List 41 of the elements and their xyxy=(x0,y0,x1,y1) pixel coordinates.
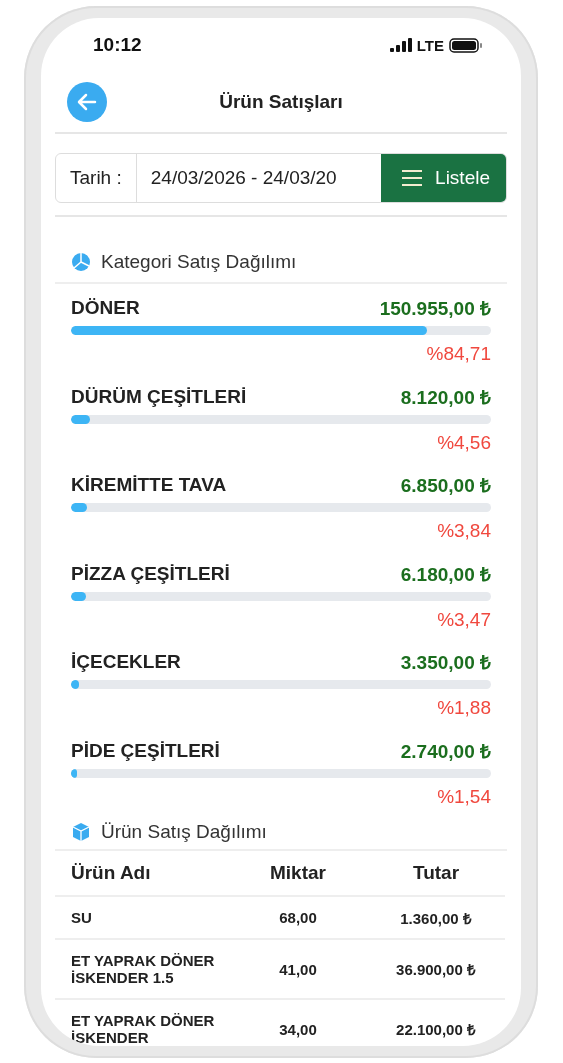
category-percent: %84,71 xyxy=(426,343,491,365)
battery-icon xyxy=(449,37,483,53)
network-label: LTE xyxy=(416,36,444,54)
amount-cell-text: 1.360,00 ₺ xyxy=(400,908,472,928)
status-time: 10:12 xyxy=(93,34,143,56)
back-arrow-icon xyxy=(77,93,97,111)
category-amount: 3.350,00 ₺ xyxy=(400,651,491,675)
category-percent: %4,56 xyxy=(437,431,491,454)
category-amount: 6.180,00 ₺ xyxy=(400,562,491,587)
quantity-cell: 41,00 xyxy=(279,960,317,978)
category-amount: 8.120,00 ₺ xyxy=(400,385,491,410)
category-amount: 150.955,00 ₺ xyxy=(379,297,491,321)
amount-cell-text: 22.100,00 ₺ xyxy=(396,1020,476,1039)
section-title: Ürün Satış Dağılımı xyxy=(101,821,267,843)
category-percent: %3,84 xyxy=(437,520,491,542)
column-header: Tutar xyxy=(412,862,460,884)
column-header: Miktar xyxy=(270,862,326,884)
product-name: ET YAPRAK DÖNER İSKENDER xyxy=(71,1012,216,1046)
quantity-cell: 68,00 xyxy=(279,909,317,926)
category-percent: %1,54 xyxy=(437,785,491,808)
category-name: DÖNER xyxy=(71,297,140,319)
amount-cell-text: 36.900,00 ₺ xyxy=(396,960,476,979)
pie-chart-icon xyxy=(71,251,91,272)
category-name: PİZZA ÇEŞİTLERİ xyxy=(71,562,230,585)
category-name: İÇECEKLER xyxy=(71,651,181,673)
back-button[interactable] xyxy=(67,82,107,122)
product-name: ET YAPRAK DÖNER İSKENDER 1.5 xyxy=(71,952,216,986)
category-percent: %3,47 xyxy=(437,608,491,631)
cube-icon xyxy=(71,822,91,842)
category-percent: %1,88 xyxy=(437,697,491,719)
category-name: DÜRÜM ÇEŞİTLERİ xyxy=(71,385,247,408)
page-title: Ürün Satışları xyxy=(219,91,343,113)
product-name: SU xyxy=(71,909,92,926)
category-name: KİREMİTTE TAVA xyxy=(71,474,227,496)
category-amount: 6.850,00 ₺ xyxy=(400,474,491,498)
column-header: Ürün Adı xyxy=(71,862,151,884)
category-name: PİDE ÇEŞİTLERİ xyxy=(71,739,220,762)
section-title: Kategori Satış Dağılımı xyxy=(101,250,297,273)
signal-icon xyxy=(389,38,412,52)
category-amount: 2.740,00 ₺ xyxy=(400,739,491,764)
quantity-cell: 34,00 xyxy=(279,1020,317,1038)
